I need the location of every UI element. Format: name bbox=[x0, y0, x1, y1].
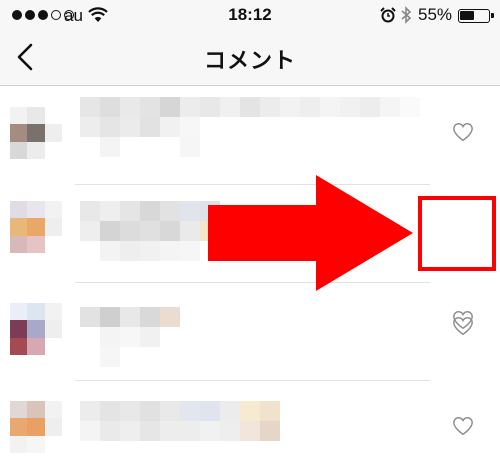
annotation-highlight-box bbox=[418, 196, 496, 271]
comment-row bbox=[0, 87, 500, 185]
annotation-arrow bbox=[208, 175, 413, 291]
heart-outline-icon bbox=[453, 317, 473, 336]
like-button[interactable] bbox=[452, 315, 474, 337]
avatar bbox=[10, 401, 62, 453]
like-button[interactable] bbox=[452, 415, 474, 437]
bluetooth-icon bbox=[401, 6, 412, 24]
comment-text-redacted bbox=[80, 201, 220, 261]
status-bar: au 18:12 55% bbox=[0, 0, 500, 30]
heart-outline-icon bbox=[453, 417, 473, 436]
battery-percent: 55% bbox=[418, 5, 453, 24]
comment-row bbox=[0, 381, 500, 473]
avatar bbox=[10, 201, 62, 253]
comment-text-redacted bbox=[80, 401, 280, 441]
battery-nub bbox=[491, 13, 494, 18]
battery-icon bbox=[458, 9, 494, 23]
battery-fill bbox=[460, 11, 474, 20]
avatar bbox=[10, 303, 62, 355]
comment-row bbox=[0, 283, 500, 381]
navigation-bar: コメント bbox=[0, 30, 500, 86]
alarm-icon bbox=[380, 7, 396, 23]
page-title: コメント bbox=[203, 48, 296, 73]
like-button[interactable] bbox=[452, 121, 474, 143]
comment-text-redacted bbox=[80, 307, 180, 367]
comment-text-redacted bbox=[80, 97, 430, 157]
avatar bbox=[10, 107, 62, 159]
heart-outline-icon bbox=[453, 123, 473, 142]
